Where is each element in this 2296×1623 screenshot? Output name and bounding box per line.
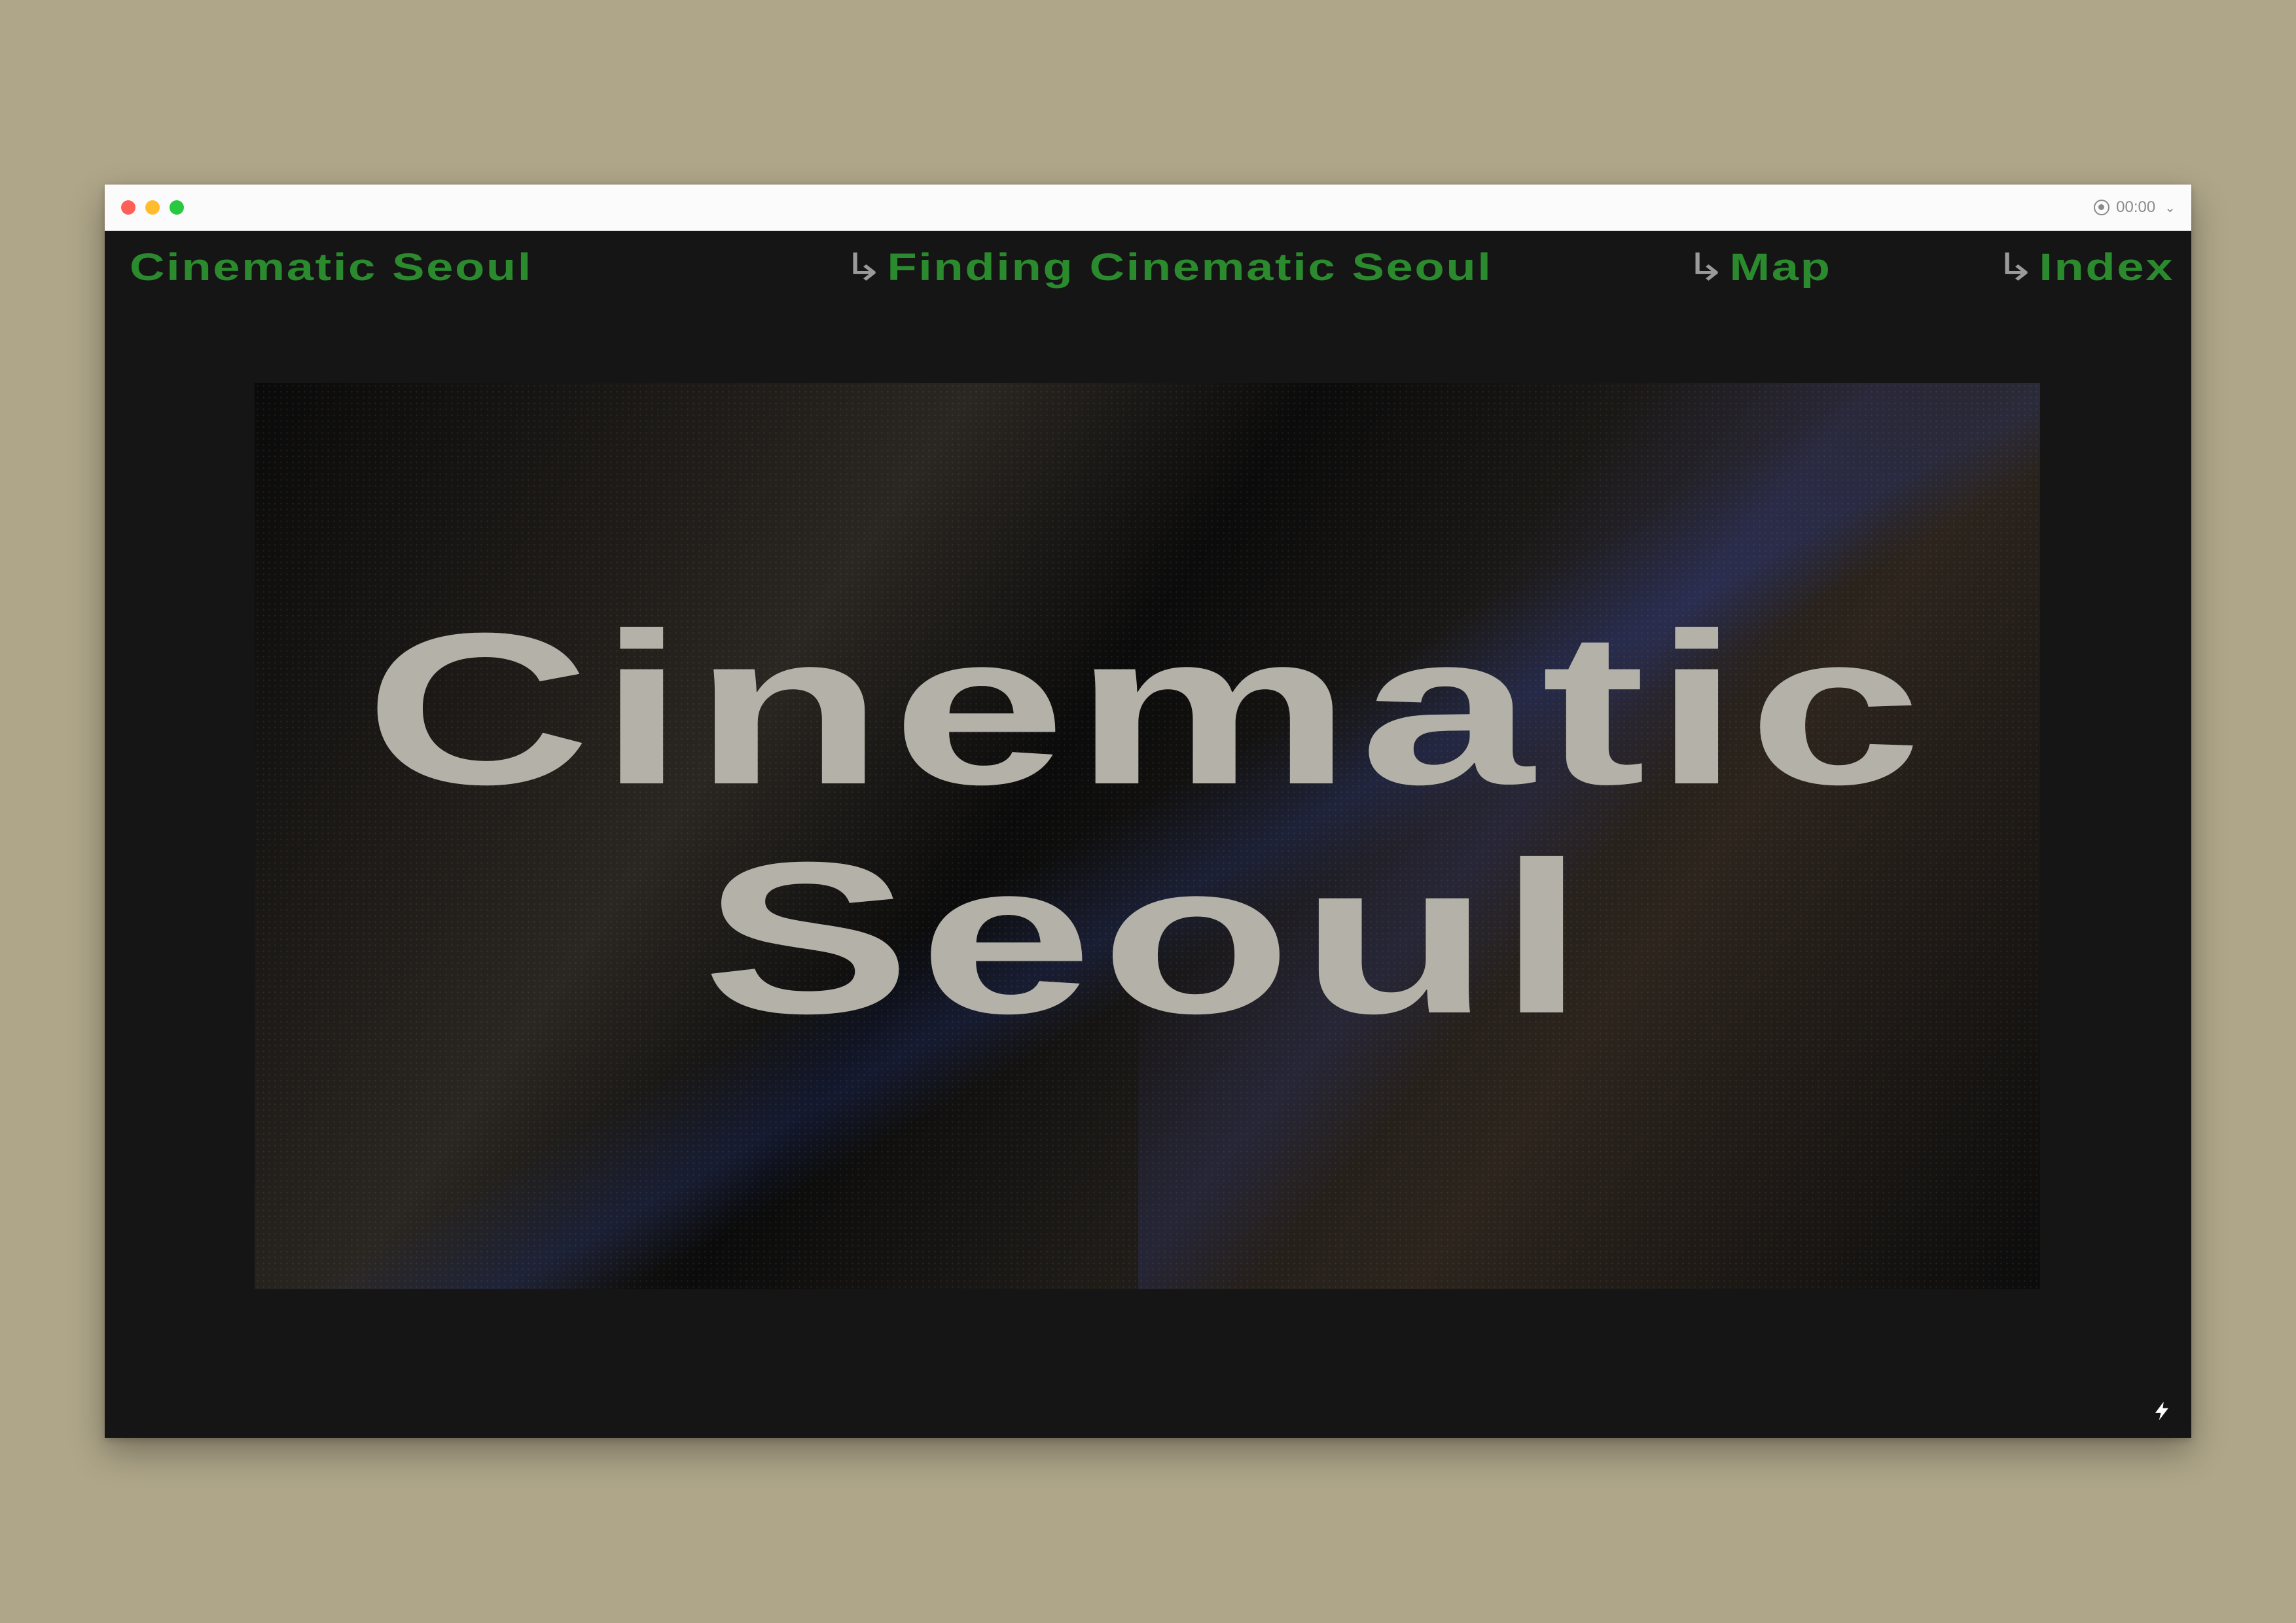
nav-home-label: Cinematic Seoul <box>130 246 533 289</box>
nav-finding-link[interactable]: ↳Finding Cinematic Seoul <box>843 245 1492 291</box>
browser-window: 00:00 ⌄ Cinematic Seoul ↳Finding Cinemat… <box>105 185 2191 1438</box>
record-icon <box>2094 200 2110 215</box>
hero-title: Cinematic Seoul <box>255 383 2040 1289</box>
lightning-icon[interactable] <box>2151 1400 2173 1422</box>
nav-index-label: Index <box>2039 246 2175 289</box>
nav-finding-label: Finding Cinematic Seoul <box>887 246 1493 289</box>
close-window-button[interactable] <box>121 200 135 215</box>
chevron-down-icon: ⌄ <box>2164 200 2176 215</box>
arrow-icon: ↳ <box>1685 246 1728 289</box>
recording-indicator[interactable]: 00:00 ⌄ <box>2094 196 2176 219</box>
hero-title-line-2: Seoul <box>702 816 1593 1058</box>
title-bar: 00:00 ⌄ <box>105 185 2191 231</box>
nav-map-label: Map <box>1729 246 1832 289</box>
hero-title-line-1: Cinematic <box>365 588 1930 829</box>
recording-time: 00:00 <box>2116 198 2156 216</box>
nav-index-link[interactable]: ↳Index <box>1995 245 2174 291</box>
nav-map-link[interactable]: ↳Map <box>1685 245 1832 291</box>
minimize-window-button[interactable] <box>145 200 160 215</box>
zoom-window-button[interactable] <box>170 200 184 215</box>
arrow-icon: ↳ <box>1995 246 2037 289</box>
arrow-icon: ↳ <box>843 246 886 289</box>
hero-video[interactable]: Cinematic Seoul <box>255 383 2040 1289</box>
nav-home-link[interactable]: Cinematic Seoul <box>130 245 533 291</box>
